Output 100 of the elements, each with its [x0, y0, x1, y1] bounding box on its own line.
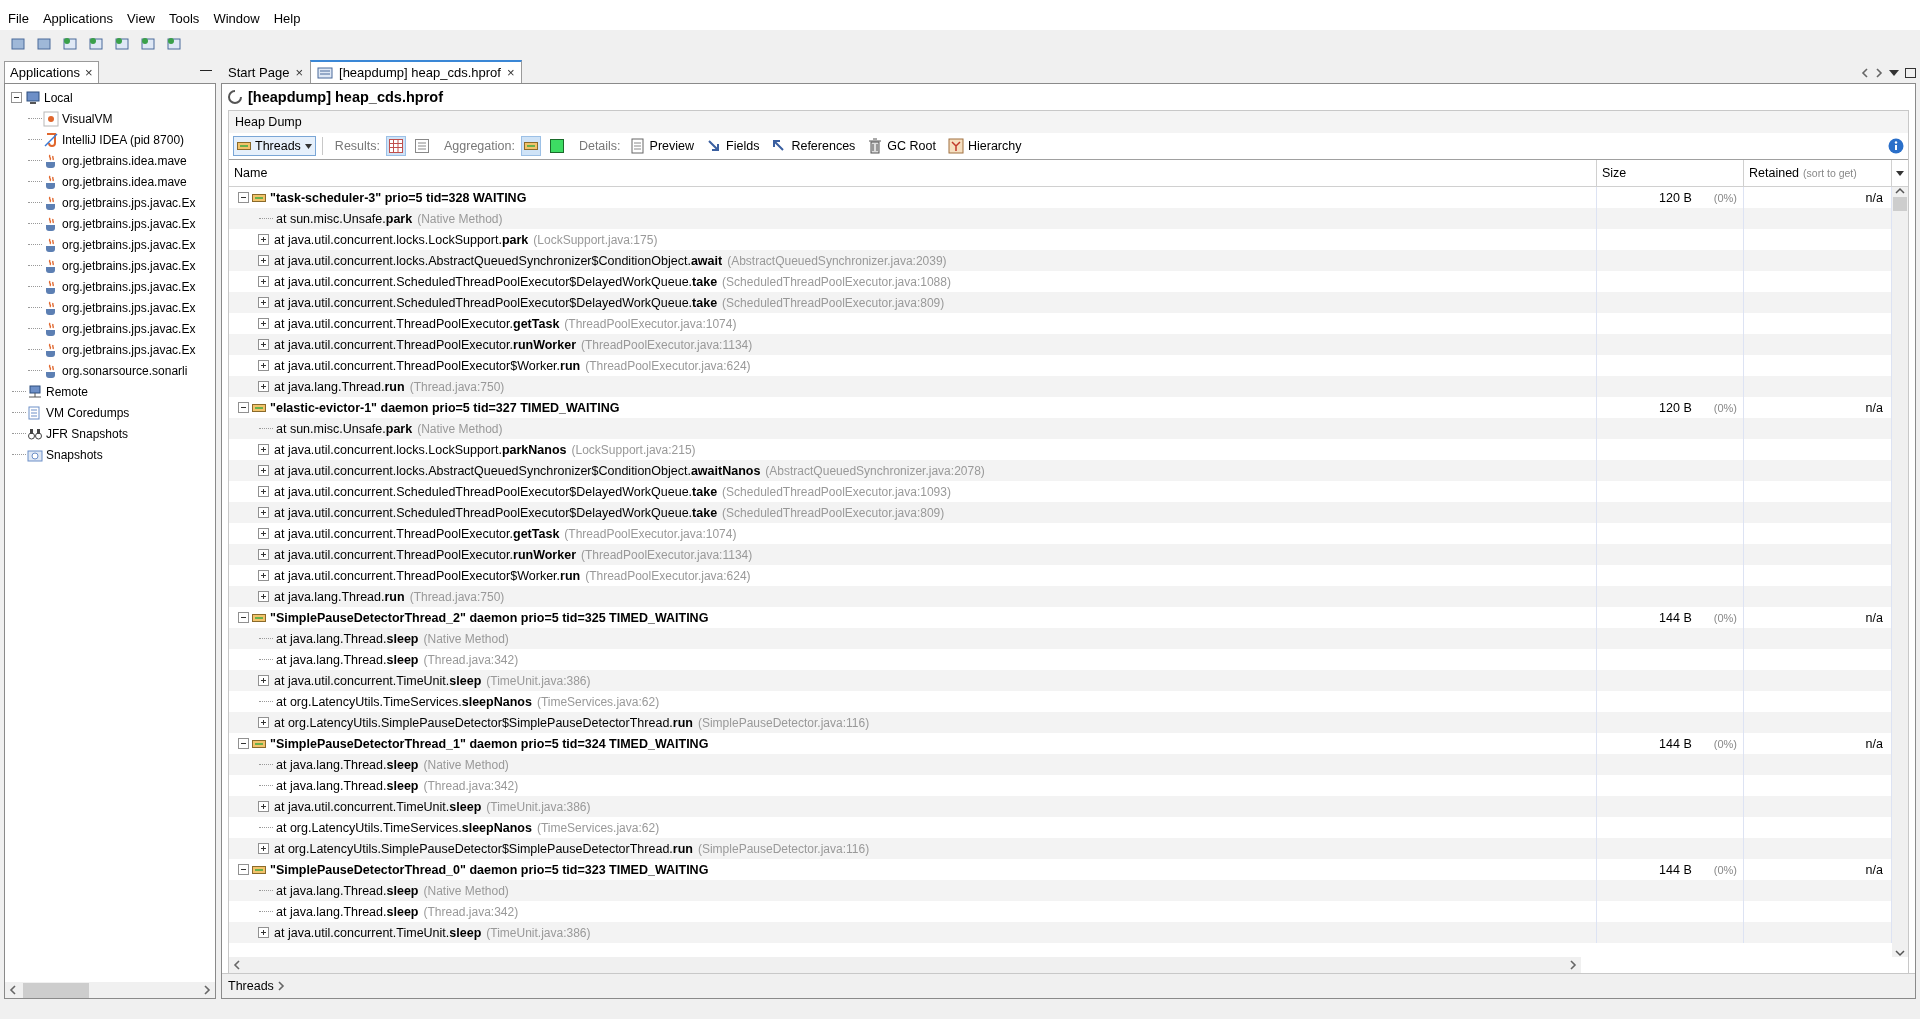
aggregation-toggle[interactable]	[520, 136, 541, 156]
stack-frame: at sun.misc.Unsafe.park	[276, 211, 413, 226]
collapse-toggle[interactable]	[238, 612, 249, 623]
source-location: (Native Method)	[423, 631, 509, 646]
tree-item[interactable]: Snapshots	[46, 447, 103, 462]
tree-item[interactable]: org.jetbrains.jps.javac.Ex	[62, 279, 196, 294]
tree-item[interactable]: Local	[44, 90, 73, 105]
expand-toggle[interactable]	[258, 528, 269, 539]
source-location: (TimeUnit.java:386)	[486, 925, 591, 940]
collapse-toggle[interactable]	[11, 92, 22, 103]
size-value: 120 B	[1659, 400, 1692, 415]
document-tab[interactable]: [heapdump] heap_cds.hprof ×	[310, 60, 522, 83]
tree-item[interactable]: org.jetbrains.idea.mave	[62, 153, 187, 168]
stack-frame: at java.lang.Thread.sleep	[276, 883, 419, 898]
menu-item[interactable]: View	[127, 10, 155, 26]
source-location: (Thread.java:750)	[409, 589, 505, 604]
stack-frame: at org.LatencyUtils.TimeServices.sleepNanos	[276, 820, 532, 835]
thread-icon	[252, 613, 266, 622]
details-button[interactable]: GC Root	[864, 138, 939, 154]
source-location: (LockSupport.java:175)	[533, 232, 658, 247]
tree-item[interactable]: VisualVM	[62, 111, 113, 126]
details-button[interactable]: Hierarchy	[945, 138, 1025, 154]
tree-item[interactable]: org.jetbrains.jps.javac.Ex	[62, 342, 196, 357]
collapse-toggle[interactable]	[238, 192, 249, 203]
thread-name: "elastic-evictor-1" daemon prio=5 tid=327 TIMED_WAITING	[270, 400, 620, 415]
minimize-button[interactable]: —	[196, 63, 216, 83]
source-location: (Native Method)	[423, 883, 509, 898]
close-icon[interactable]: ×	[85, 65, 93, 80]
scroll-thumb[interactable]	[1893, 197, 1907, 211]
expand-toggle[interactable]	[258, 927, 269, 938]
expand-toggle[interactable]	[258, 297, 269, 308]
scrollbar[interactable]	[1892, 187, 1908, 957]
expand-toggle[interactable]	[258, 465, 269, 476]
close-icon[interactable]: ×	[295, 65, 304, 80]
tree-item[interactable]: org.jetbrains.jps.javac.Ex	[62, 237, 196, 252]
expand-toggle[interactable]	[258, 507, 269, 518]
dropdown-icon	[1889, 70, 1899, 76]
stack-frame: at org.LatencyUtils.SimplePauseDetector$SimplePauseDetectorThread.run	[274, 715, 693, 730]
menu-item[interactable]: Applications	[42, 10, 114, 26]
computer-icon	[25, 89, 41, 106]
expand-toggle[interactable]	[258, 675, 269, 686]
tree-item[interactable]: org.jetbrains.jps.javac.Ex	[62, 321, 196, 336]
section-title: Heap Dump	[234, 114, 303, 131]
collapse-toggle[interactable]	[238, 402, 249, 413]
menu-item[interactable]: Help	[273, 10, 301, 26]
tree-item[interactable]: org.jetbrains.jps.javac.Ex	[62, 300, 196, 315]
details-button[interactable]: References	[768, 138, 859, 154]
expand-toggle[interactable]	[258, 360, 269, 371]
tree-item[interactable]: IntelliJ IDEA (pid 8700)	[62, 132, 185, 147]
tree-item[interactable]: org.jetbrains.idea.mave	[62, 174, 187, 189]
tree-item[interactable]: Remote	[46, 384, 89, 399]
tree-item[interactable]: org.jetbrains.jps.javac.Ex	[62, 195, 196, 210]
collapse-toggle[interactable]	[238, 738, 249, 749]
expand-toggle[interactable]	[258, 549, 269, 560]
stack-frame: at org.LatencyUtils.TimeServices.sleepNanos	[276, 694, 532, 709]
expand-toggle[interactable]	[258, 444, 269, 455]
tree-item[interactable]: org.sonarsource.sonarli	[62, 363, 188, 378]
tree-item[interactable]: JFR Snapshots	[46, 426, 129, 441]
menu-item[interactable]: File	[8, 10, 29, 26]
expand-toggle[interactable]	[258, 486, 269, 497]
expand-toggle[interactable]	[258, 276, 269, 287]
close-icon[interactable]: ×	[506, 65, 515, 80]
expand-toggle[interactable]	[258, 234, 269, 245]
size-value: 144 B	[1659, 736, 1692, 751]
collapse-toggle[interactable]	[238, 864, 249, 875]
aggregation-label: Aggregation:	[444, 139, 515, 153]
list-icon	[415, 139, 429, 153]
expand-toggle[interactable]	[258, 570, 269, 581]
expand-toggle[interactable]	[258, 801, 269, 812]
expand-toggle[interactable]	[258, 717, 269, 728]
source-location: (ScheduledThreadPoolExecutor.java:1088)	[722, 274, 951, 289]
expand-toggle[interactable]	[258, 318, 269, 329]
tree-item[interactable]: org.jetbrains.jps.javac.Ex	[62, 216, 196, 231]
panel-tab[interactable]: Applications ×	[4, 61, 99, 83]
thread-icon	[252, 865, 266, 874]
view-toggle[interactable]	[412, 136, 432, 156]
retained-value: n/a	[1865, 862, 1883, 877]
stack-frame: at java.util.concurrent.locks.AbstractQueuedSynchronizer$ConditionObject.await	[274, 253, 723, 268]
tree-item[interactable]: org.jetbrains.jps.javac.Ex	[62, 258, 196, 273]
scrollbar[interactable]	[5, 982, 215, 998]
view-toggle[interactable]	[386, 136, 406, 156]
size-value: 144 B	[1659, 862, 1692, 877]
menu-item[interactable]: Window	[213, 10, 260, 26]
details-button[interactable]: Fields	[703, 138, 763, 154]
menu-item[interactable]: Tools	[169, 10, 200, 26]
stack-frame: at java.util.concurrent.ThreadPoolExecutor.getTask	[274, 526, 560, 541]
tree-item[interactable]: VM Coredumps	[46, 405, 130, 420]
view-dropdown[interactable]: Threads	[233, 136, 316, 156]
expand-toggle[interactable]	[258, 591, 269, 602]
scroll-thumb[interactable]	[23, 982, 89, 998]
expand-toggle[interactable]	[258, 381, 269, 392]
document-tab[interactable]: Start Page ×	[221, 60, 311, 83]
expand-toggle[interactable]	[258, 843, 269, 854]
expand-toggle[interactable]	[258, 255, 269, 266]
stack-frame: at java.util.concurrent.ThreadPoolExecutor.runWorker	[274, 337, 576, 352]
details-button[interactable]: Preview	[626, 138, 698, 154]
breadcrumb[interactable]: Threads	[228, 979, 285, 993]
info-button[interactable]	[1888, 138, 1904, 154]
scrollbar[interactable]	[229, 957, 1581, 973]
expand-toggle[interactable]	[258, 339, 269, 350]
